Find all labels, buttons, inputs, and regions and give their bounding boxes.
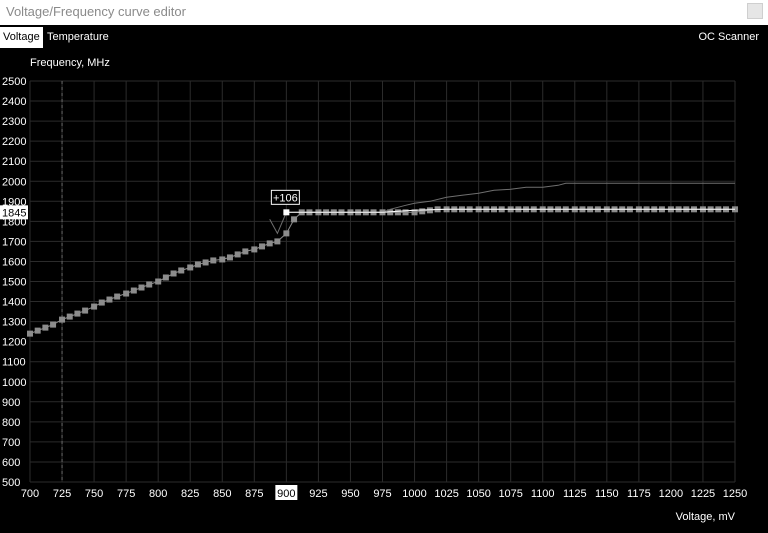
x-tick-labels: 700 725 750 775 800 825 850 875 900 925 950 975 1000… — [21, 485, 747, 500]
curve-point[interactable] — [291, 216, 298, 223]
curve-point[interactable] — [59, 316, 66, 323]
x-tick-label: 800 — [149, 488, 167, 500]
curve-point[interactable] — [50, 321, 57, 328]
curve-point[interactable] — [155, 278, 162, 285]
x-tick-label: 775 — [117, 488, 135, 500]
x-tick-label: 1000 — [402, 488, 426, 500]
x-tick-label: 1125 — [563, 488, 587, 500]
curve-point[interactable] — [187, 264, 194, 271]
curve-point[interactable] — [226, 254, 233, 261]
curve-point[interactable] — [259, 243, 266, 250]
x-tick-label: 950 — [341, 488, 359, 500]
y-tick-label: 1600 — [2, 256, 26, 268]
selected-point[interactable] — [283, 209, 290, 216]
offset-label: +106 — [273, 192, 298, 204]
curve-point[interactable] — [178, 267, 185, 274]
close-button[interactable] — [747, 3, 763, 19]
tab-bar: Voltage Temperature OC Scanner — [0, 27, 768, 48]
curve-point[interactable] — [219, 256, 226, 263]
x-tick-label: 725 — [53, 488, 71, 500]
y-tick-label: 1400 — [2, 297, 26, 309]
x-tick-label: 825 — [181, 488, 199, 500]
curve-point[interactable] — [82, 307, 89, 314]
curve-point[interactable] — [162, 274, 169, 281]
curve-point[interactable] — [42, 324, 49, 331]
x-tick-label: 1075 — [498, 488, 522, 500]
oc-scanner-button[interactable]: OC Scanner — [695, 27, 762, 48]
x-tick-label: 875 — [245, 488, 263, 500]
vf-curve-chart[interactable]: Frequency, MHz Voltage, mV 500 600 700 800 9… — [0, 48, 768, 528]
x-tick-label: 1100 — [531, 488, 555, 500]
curve-point[interactable] — [266, 240, 273, 247]
curve-point[interactable] — [242, 248, 249, 255]
x-tick-label: 850 — [213, 488, 231, 500]
selected-freq-label: 1845 — [2, 207, 26, 219]
curve-point[interactable] — [106, 296, 113, 303]
tab-temperature[interactable]: Temperature — [44, 27, 112, 48]
y-tick-label: 2300 — [2, 116, 26, 128]
curve-point[interactable] — [170, 270, 177, 277]
y-tick-label: 1500 — [2, 277, 26, 289]
y-tick-label: 2000 — [2, 176, 26, 188]
y-tick-label: 1700 — [2, 236, 26, 248]
curve-point[interactable] — [274, 238, 281, 245]
curve-point[interactable] — [146, 281, 153, 288]
curve-point[interactable] — [98, 299, 105, 306]
curve-point[interactable] — [66, 313, 73, 320]
y-tick-label: 1100 — [2, 357, 26, 369]
curve-point[interactable] — [210, 257, 217, 264]
x-tick-label: 1150 — [595, 488, 619, 500]
y-tick-label: 700 — [2, 437, 20, 449]
x-tick-label: 1250 — [723, 488, 747, 500]
title-bar: Voltage/Frequency curve editor — [0, 0, 768, 25]
curve-point[interactable] — [194, 261, 201, 268]
x-tick-label: 700 — [21, 488, 39, 500]
window-title: Voltage/Frequency curve editor — [6, 4, 186, 19]
curve-point[interactable] — [283, 230, 290, 237]
x-tick-label: 975 — [373, 488, 391, 500]
curve-point[interactable] — [234, 251, 241, 258]
y-tick-label: 2100 — [2, 156, 26, 168]
y-axis-title: Frequency, MHz — [30, 57, 110, 69]
y-tick-label: 1200 — [2, 337, 26, 349]
curve-point[interactable] — [123, 290, 130, 297]
x-tick-label: 1200 — [659, 488, 683, 500]
curve-point[interactable] — [114, 293, 121, 300]
x-tick-label: 1225 — [691, 488, 715, 500]
curve-point[interactable] — [394, 209, 401, 216]
curve-point[interactable] — [27, 330, 33, 337]
y-tick-label: 2500 — [2, 76, 26, 88]
curve-point[interactable] — [91, 303, 98, 310]
x-tick-label: 1050 — [466, 488, 490, 500]
x-tick-label: 925 — [309, 488, 327, 500]
y-tick-labels: 500 600 700 800 900 1000 1100 1200 1300 1400 1500 1… — [2, 76, 26, 489]
x-tick-label: 900 — [277, 488, 295, 500]
y-tick-label: 2200 — [2, 136, 26, 148]
curve-point[interactable] — [138, 284, 145, 291]
curve-point[interactable] — [202, 259, 209, 266]
x-tick-label: 750 — [85, 488, 103, 500]
chart-svg[interactable]: Frequency, MHz Voltage, mV 500 600 700 800 9… — [0, 48, 768, 528]
y-tick-label: 800 — [2, 417, 20, 429]
y-tick-label: 600 — [2, 457, 20, 469]
y-tick-label: 900 — [2, 397, 20, 409]
curve-point[interactable] — [419, 208, 426, 215]
curve-point[interactable] — [34, 327, 41, 334]
plot-grid — [29, 80, 736, 483]
tab-voltage[interactable]: Voltage — [0, 27, 43, 48]
curve-point[interactable] — [251, 246, 258, 253]
y-tick-label: 1000 — [2, 377, 26, 389]
x-tick-label: 1025 — [434, 488, 458, 500]
y-tick-label: 500 — [2, 477, 20, 489]
y-tick-label: 1300 — [2, 317, 26, 329]
curve-point[interactable] — [74, 310, 81, 317]
x-tick-label: 1175 — [627, 488, 651, 500]
x-axis-title: Voltage, mV — [676, 511, 736, 523]
y-tick-label: 2400 — [2, 96, 26, 108]
curve-point[interactable] — [130, 287, 137, 294]
